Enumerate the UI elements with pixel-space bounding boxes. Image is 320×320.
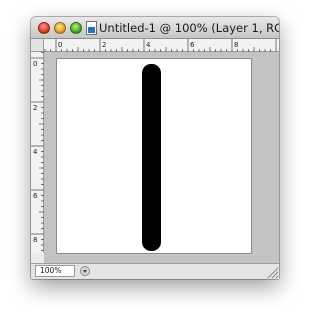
photoshop-document-icon[interactable] [86,21,97,35]
status-menu-icon[interactable] [80,266,90,276]
title-bar[interactable]: Untitled-1 @ 100% (Layer 1, RGB/8) [31,17,279,39]
zoom-button[interactable] [70,22,82,34]
ruler-label: 2 [33,104,37,112]
ruler-label: 8 [234,41,238,49]
resize-grip-icon[interactable] [266,266,278,278]
minimize-button[interactable] [54,22,66,34]
vertical-ruler-graphic: 0 2 4 6 8 [31,52,44,251]
status-bar: 100% [31,263,279,279]
zoom-level-field[interactable]: 100% [35,265,75,277]
horizontal-ruler[interactable]: 0 2 4 6 8 [44,39,279,52]
ruler-label: 6 [33,192,38,200]
vertical-brush-stroke [142,64,161,251]
ruler-label: 6 [190,41,195,49]
pasteboard[interactable] [44,52,279,263]
ps-badge [88,27,95,33]
ruler-label: 2 [102,41,106,49]
horizontal-ruler-graphic: 0 2 4 6 8 [44,39,277,52]
ruler-label: 0 [58,41,62,49]
ruler-label: 8 [33,236,37,244]
document-window: Untitled-1 @ 100% (Layer 1, RGB/8) 0 2 4 6 8… [31,17,279,279]
close-button[interactable] [38,22,50,34]
vertical-ruler[interactable]: 0 2 4 6 8 [31,52,44,253]
ruler-label: 4 [146,41,151,49]
window-title: Untitled-1 @ 100% (Layer 1, RGB/8) [99,21,279,35]
ruler-label: 4 [33,148,38,156]
ruler-origin[interactable] [31,39,44,52]
ruler-label: 0 [33,60,37,68]
image-canvas[interactable] [56,58,252,254]
